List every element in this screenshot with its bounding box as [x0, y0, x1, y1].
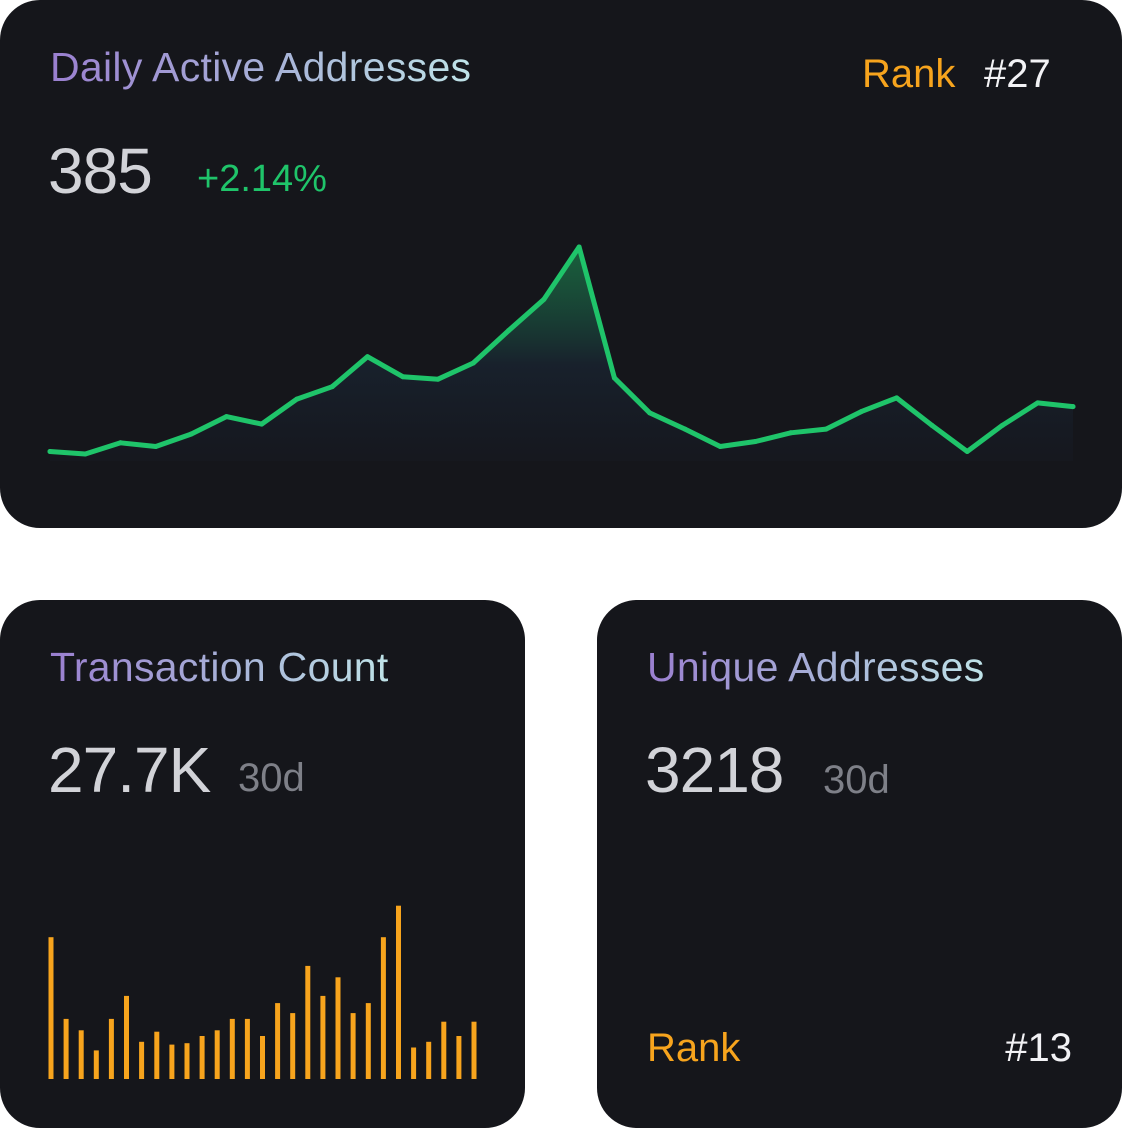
- bar: [335, 977, 341, 1079]
- bar: [471, 1021, 477, 1079]
- data-point: [999, 422, 1005, 428]
- bar: [63, 1018, 69, 1079]
- data-point: [118, 440, 124, 446]
- bar: [320, 995, 326, 1079]
- bar: [426, 1041, 432, 1079]
- bar: [441, 1021, 447, 1079]
- transaction-count-card: Transaction Count 27.7K 30d: [0, 600, 525, 1128]
- data-point: [470, 360, 476, 366]
- bar: [229, 1018, 235, 1079]
- data-point: [294, 396, 300, 402]
- period-label: 30d: [823, 758, 890, 802]
- bar: [456, 1036, 462, 1079]
- data-point: [153, 444, 159, 450]
- data-point: [647, 410, 653, 416]
- bar: [214, 1030, 220, 1079]
- bar: [199, 1036, 205, 1079]
- data-point: [611, 375, 617, 381]
- data-point: [506, 328, 512, 334]
- bar: [396, 905, 401, 1079]
- rank-value: #13: [1005, 1026, 1072, 1070]
- data-point: [717, 444, 723, 450]
- bar: [411, 1047, 417, 1079]
- bar: [380, 937, 386, 1079]
- bar: [350, 1013, 356, 1079]
- transaction-bar-chart: [48, 905, 477, 1079]
- bar: [184, 1043, 190, 1079]
- data-point: [753, 439, 759, 445]
- data-point: [576, 244, 582, 250]
- data-point: [964, 449, 970, 455]
- data-point: [223, 414, 229, 420]
- bar: [139, 1041, 145, 1079]
- bar: [78, 1030, 84, 1079]
- bar: [275, 1003, 281, 1079]
- bar: [154, 1031, 160, 1079]
- bar: [244, 1018, 250, 1079]
- data-point: [1070, 404, 1076, 410]
- daily-active-addresses-card: Daily Active Addresses Rank #27 385 +2.1…: [0, 0, 1122, 528]
- bar: [169, 1044, 175, 1079]
- metric-value: 3218: [645, 734, 784, 806]
- data-point: [259, 421, 265, 427]
- data-point: [682, 426, 688, 432]
- rank-label: Rank: [647, 1026, 741, 1070]
- data-point: [929, 422, 935, 428]
- card-title: Unique Addresses: [647, 644, 985, 690]
- data-point: [47, 449, 53, 455]
- data-point: [541, 296, 547, 302]
- data-point: [435, 376, 441, 382]
- data-point: [400, 374, 406, 380]
- data-point: [364, 354, 370, 360]
- bar: [260, 1036, 265, 1079]
- data-point: [858, 409, 864, 415]
- data-point: [823, 426, 829, 432]
- bar: [290, 1013, 296, 1079]
- daily-active-area-chart: [47, 244, 1076, 461]
- data-point: [329, 384, 335, 390]
- unique-addresses-card: Unique Addresses 3218 30d Rank #13: [597, 600, 1122, 1128]
- bar: [48, 937, 54, 1079]
- bar: [93, 1050, 99, 1079]
- data-point: [1035, 400, 1041, 406]
- bar: [305, 965, 311, 1079]
- bar: [365, 1003, 371, 1079]
- data-point: [82, 451, 88, 457]
- data-point: [788, 430, 794, 436]
- bar: [108, 1018, 114, 1079]
- bar: [124, 995, 129, 1079]
- data-point: [894, 395, 900, 401]
- data-point: [188, 431, 194, 437]
